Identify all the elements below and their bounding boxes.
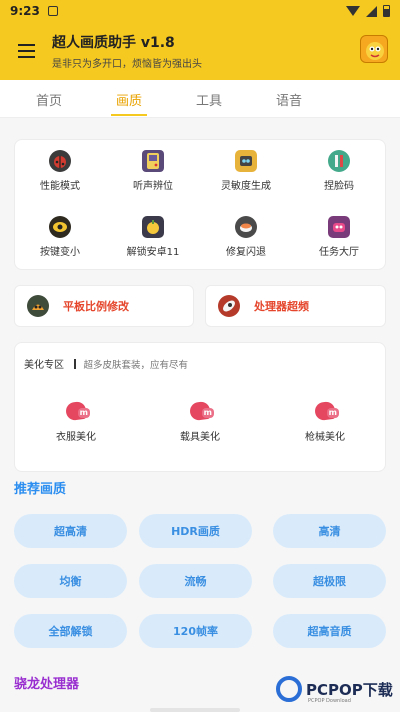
beauty-vehicle[interactable]: m 载具美化 [160,400,240,443]
beauty-label: 衣服美化 [56,432,96,443]
grid-item-performance[interactable]: 性能模式 [15,150,105,192]
status-time: 9:23 [10,4,40,18]
m-icon: m [313,400,339,422]
m-icon: m [64,400,90,422]
robot-icon [235,150,257,172]
grid-label: 听声辨位 [133,181,173,192]
quality-option[interactable]: 超高音质 [273,614,386,648]
quality-option[interactable]: HDR画质 [139,514,252,548]
home-indicator [150,708,240,712]
ruler-icon [328,150,350,172]
quality-option[interactable]: 流畅 [139,564,252,598]
overclock-card[interactable]: 处理器超频 [205,285,386,327]
app-subtitle: 是非只为多开口，烦恼皆为强出头 [52,59,202,70]
separator [74,358,76,369]
quality-option[interactable]: 超高清 [14,514,127,548]
battery-icon [383,5,390,17]
tab-bar: 首页 画质 工具 语音 [0,80,400,118]
quality-option[interactable]: 高清 [273,514,386,548]
m-icon: m [188,400,214,422]
slime-icon [27,295,49,317]
notification-icon [47,6,58,16]
grid-label: 按键变小 [40,247,80,258]
grid-label: 解锁安卓11 [126,247,180,258]
tab-quality[interactable]: 画质 [99,80,159,118]
beauty-clothes[interactable]: m 衣服美化 [36,400,116,443]
rocket-icon [218,295,240,317]
grid-item-keys[interactable]: 按键变小 [15,216,105,258]
grid-item-tasks[interactable]: 任务大厅 [294,216,384,258]
monster-icon [328,216,350,238]
watermark-logo: PCPOP下载 PCPOP Download [276,676,393,704]
grid-item-sound[interactable]: 听声辨位 [108,150,198,192]
beauty-label: 载具美化 [180,432,220,443]
tablet-ratio-card[interactable]: 平板比例修改 [14,285,194,327]
watermark-sub: PCPOP Download [308,698,351,704]
gameboy-icon [142,150,164,172]
signal-icon [366,5,377,17]
tab-voice[interactable]: 语音 [259,80,319,118]
quality-option[interactable]: 超极限 [273,564,386,598]
wifi-icon [346,6,360,16]
quality-option[interactable]: 均衡 [14,564,127,598]
beauty-header: 美化专区 超多皮肤套装，应有尽有 [24,356,188,371]
grid-item-fix-crash[interactable]: 修复闪退 [201,216,291,258]
pcpop-logo-icon [276,676,302,702]
tab-home[interactable]: 首页 [19,80,79,118]
watermark-text: PCPOP下载 [306,680,393,699]
grid-label: 捏脸码 [324,181,354,192]
beauty-desc: 超多皮肤套装，应有尽有 [83,359,189,371]
avatar[interactable] [360,35,388,63]
recommend-title: 推荐画质 [14,482,67,497]
beauty-title: 美化专区 [24,360,64,371]
grid-label: 任务大厅 [319,247,359,258]
beauty-weapon[interactable]: m 枪械美化 [285,400,365,443]
app-bar: 超人画质助手 v1.8 是非只为多开口，烦恼皆为强出头 [0,22,400,80]
quality-option[interactable]: 120帧率 [139,614,252,648]
grid-item-sensitivity[interactable]: 灵敏度生成 [201,150,291,192]
grid-item-face[interactable]: 捏脸码 [294,150,384,192]
ladybug-icon [49,150,71,172]
tablet-ratio-label: 平板比例修改 [63,300,129,313]
beauty-label: 枪械美化 [305,432,345,443]
grid-label: 性能模式 [40,181,80,192]
app-title: 超人画质助手 v1.8 [52,35,175,51]
sushi-icon [235,216,257,238]
grid-label: 灵敏度生成 [221,181,271,192]
lemon-icon [142,216,164,238]
quality-option[interactable]: 全部解锁 [14,614,127,648]
eye-icon [49,216,71,238]
tab-tools[interactable]: 工具 [179,80,239,118]
grid-label: 修复闪退 [226,247,266,258]
status-bar: 9:23 [0,0,400,22]
snapdragon-title: 骁龙处理器 [14,677,80,692]
grid-item-android11[interactable]: 解锁安卓11 [108,216,198,258]
overclock-label: 处理器超频 [254,300,309,313]
menu-icon[interactable] [0,22,52,80]
